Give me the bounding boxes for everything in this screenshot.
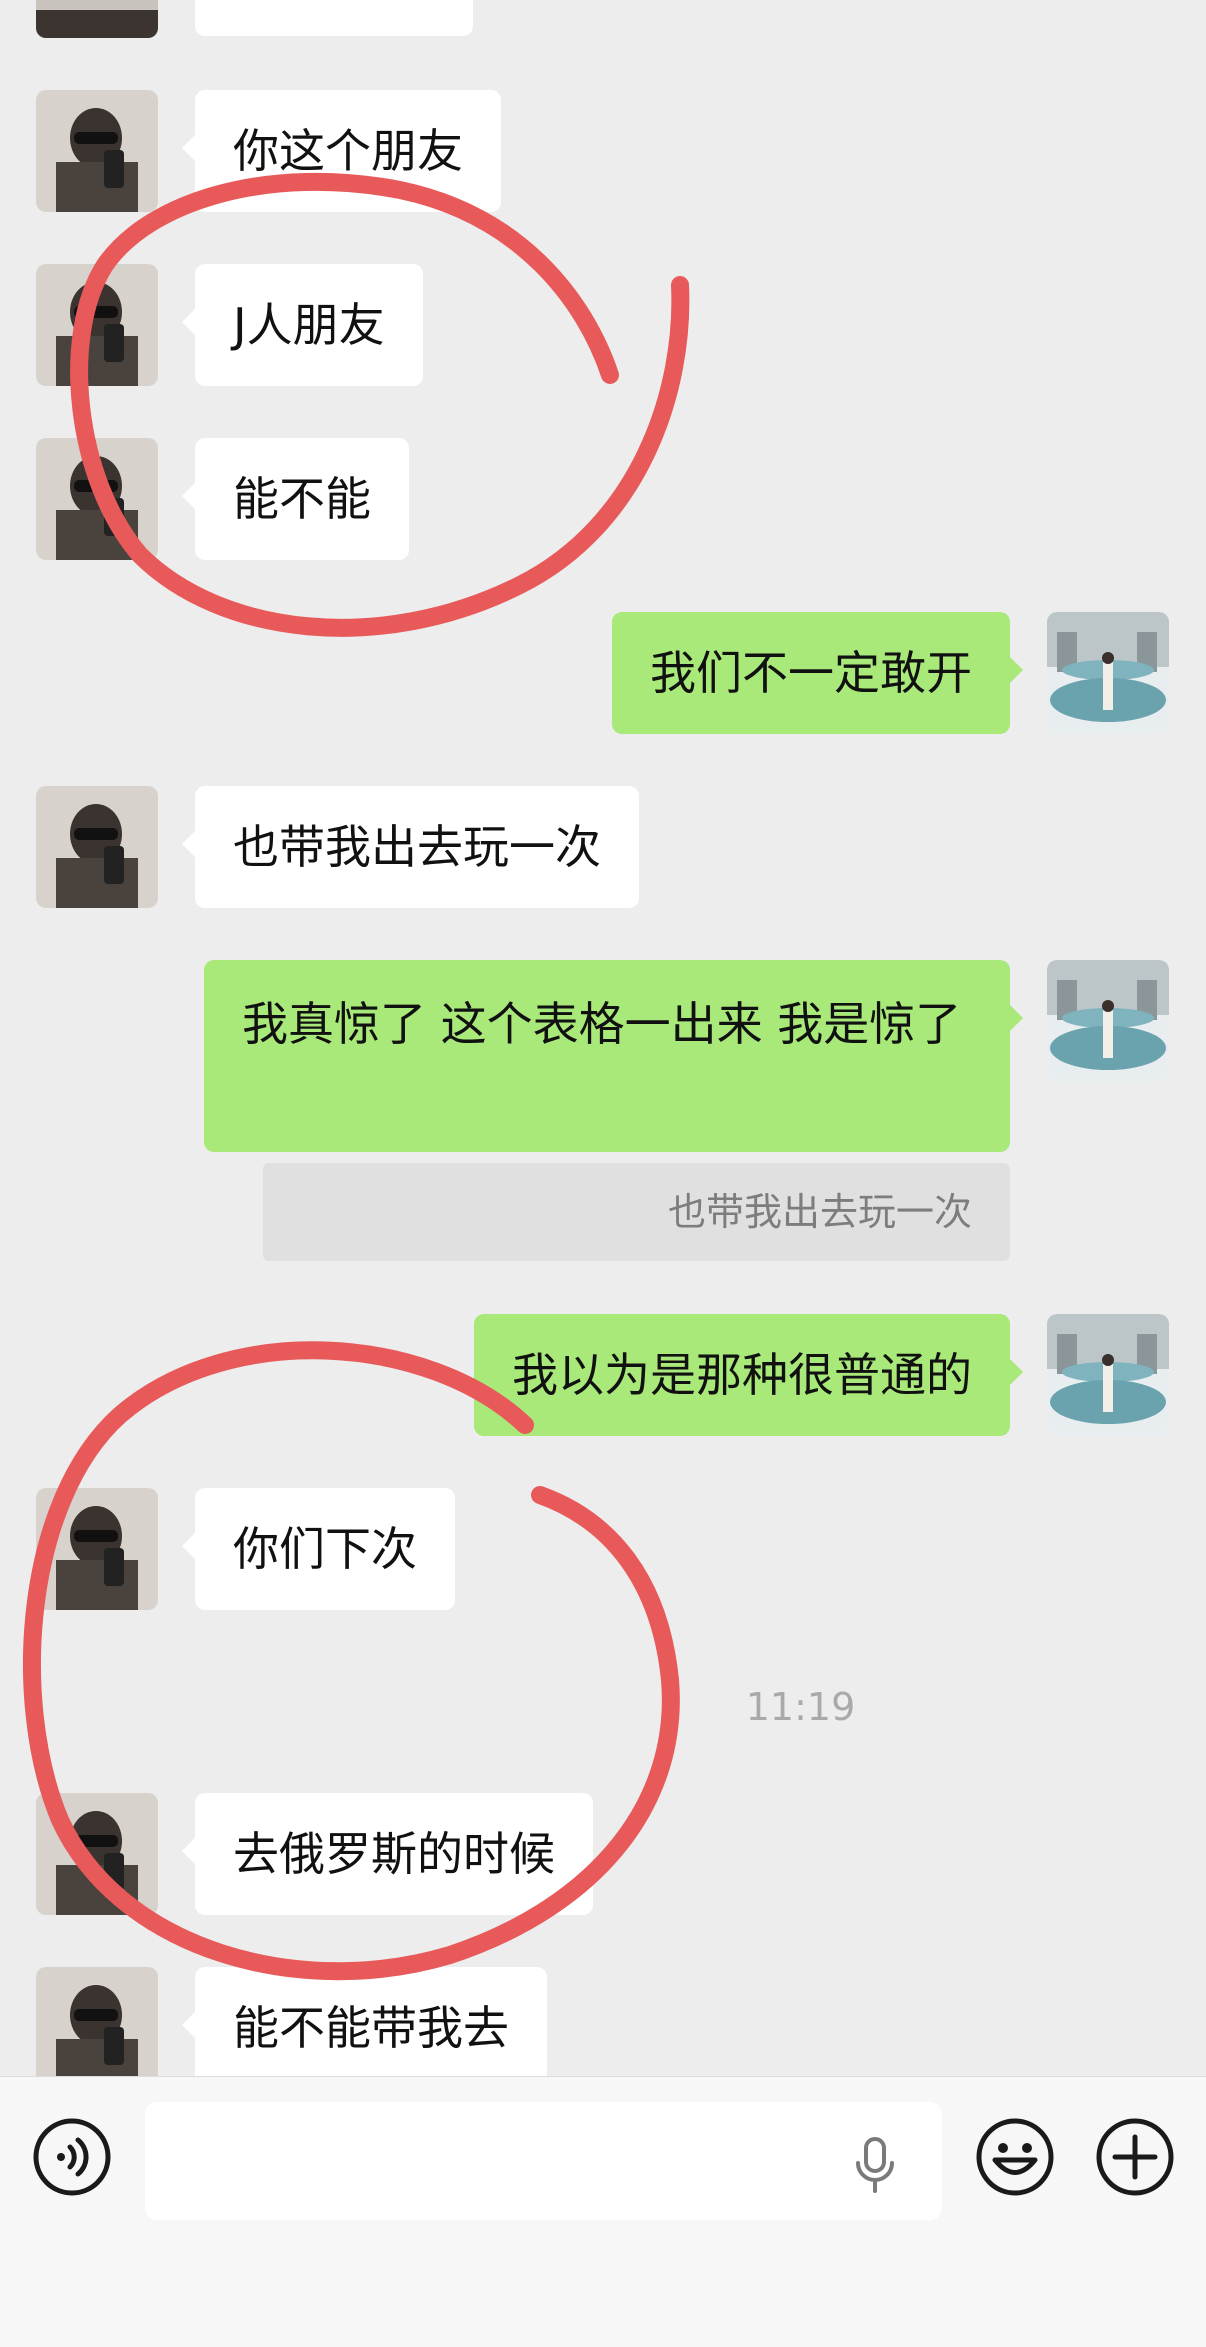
my-avatar[interactable] xyxy=(1047,1314,1169,1436)
message-timestamp: 11:19 xyxy=(745,1685,856,1729)
voice-mode-icon[interactable] xyxy=(32,2117,112,2197)
message-input[interactable] xyxy=(145,2102,942,2220)
my-avatar[interactable] xyxy=(1047,960,1169,1082)
contact-avatar[interactable] xyxy=(36,786,158,908)
message-bubble[interactable]: 我们不一定敢开 xyxy=(612,612,1023,734)
contact-avatar[interactable] xyxy=(36,1967,158,2076)
message-text: 也带我出去玩一次 xyxy=(233,820,601,874)
my-avatar[interactable] xyxy=(1047,612,1169,734)
microphone-icon[interactable] xyxy=(850,2135,900,2195)
message-bubble[interactable]: 我以为是那种很普通的 xyxy=(474,1314,1023,1436)
message-text: 你这个朋友 xyxy=(233,124,463,178)
contact-avatar[interactable] xyxy=(36,264,158,386)
message-bubble[interactable]: 你这个朋友 xyxy=(182,90,501,212)
message-bubble[interactable]: J人朋友 xyxy=(182,264,423,386)
message-text: 你们下次 xyxy=(233,1522,417,1576)
message-text: J人朋友 xyxy=(233,298,385,352)
message-text: 我们不一定敢开 xyxy=(650,646,972,700)
contact-avatar[interactable] xyxy=(36,438,158,560)
partial-message-bubble[interactable] xyxy=(195,0,473,36)
message-bubble[interactable]: 我真惊了 这个表格一出来 我是惊了 xyxy=(204,960,1023,1152)
message-text: 能不能 xyxy=(233,472,371,526)
plus-icon[interactable] xyxy=(1095,2117,1175,2197)
contact-avatar[interactable] xyxy=(36,1488,158,1610)
chat-history[interactable]: 你这个朋友 J人朋友 能不能 我们不一定敢开 也带我出去玩一次 我真惊了 这个表… xyxy=(0,0,1206,2076)
emoji-icon[interactable] xyxy=(975,2117,1055,2197)
contact-avatar[interactable] xyxy=(36,0,158,38)
message-text: 能不能带我去 xyxy=(233,2001,509,2055)
quoted-text: 也带我出去玩一次 xyxy=(667,1190,972,1234)
message-text: 我以为是那种很普通的 xyxy=(512,1348,972,1402)
message-bubble[interactable]: 你们下次 xyxy=(182,1488,455,1610)
message-text: 我真惊了 这个表格一出来 我是惊了 xyxy=(242,997,962,1051)
message-bubble[interactable]: 能不能带我去 xyxy=(182,1967,547,2076)
quoted-message[interactable]: 也带我出去玩一次 xyxy=(263,1163,1010,1261)
message-text: 去俄罗斯的时候 xyxy=(233,1827,555,1881)
contact-avatar[interactable] xyxy=(36,90,158,212)
contact-avatar[interactable] xyxy=(36,1793,158,1915)
message-bubble[interactable]: 去俄罗斯的时候 xyxy=(182,1793,593,1915)
message-bubble[interactable]: 能不能 xyxy=(182,438,409,560)
message-bubble[interactable]: 也带我出去玩一次 xyxy=(182,786,639,908)
input-bar xyxy=(0,2076,1206,2347)
